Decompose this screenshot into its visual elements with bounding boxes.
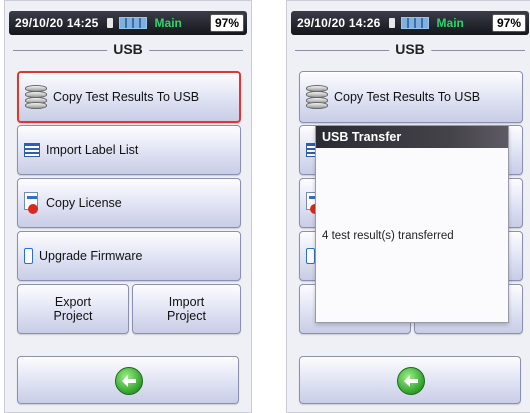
back-button[interactable]	[17, 356, 239, 404]
copy-license-button[interactable]: Copy License	[17, 178, 241, 228]
back-arrow-icon	[115, 367, 143, 395]
battery-level: 97%	[209, 14, 244, 32]
network-icon	[118, 17, 147, 29]
back-arrow-icon	[397, 367, 425, 395]
status-time: 29/10/20 14:25	[15, 16, 99, 30]
battery-level: 97%	[491, 14, 526, 32]
network-icon	[400, 17, 429, 29]
database-icon	[306, 85, 328, 109]
plug-icon	[388, 18, 395, 28]
import-label-list-button[interactable]: Import Label List	[17, 125, 241, 175]
export-project-button[interactable]: Export Project	[17, 284, 129, 334]
copy-test-results-button[interactable]: Copy Test Results To USB	[17, 71, 241, 123]
database-icon	[25, 85, 47, 109]
status-mode: Main	[436, 16, 464, 30]
dialog-message: 4 test result(s) transferred	[322, 230, 454, 242]
list-icon	[24, 143, 40, 157]
plug-icon	[106, 18, 113, 28]
status-mode: Main	[154, 16, 182, 30]
import-label-list-label: Import Label List	[46, 143, 139, 157]
import-project-label: Import Project	[167, 295, 206, 323]
page-title-row: USB	[5, 39, 251, 61]
battery-icon	[306, 248, 315, 264]
page-title: USB	[107, 41, 149, 57]
copy-test-results-label: Copy Test Results To USB	[334, 90, 481, 104]
usb-screen-right: 29/10/20 14:26 Main 97% USB Copy Test Re…	[286, 0, 530, 413]
upgrade-firmware-label: Upgrade Firmware	[39, 249, 143, 263]
back-button[interactable]	[299, 356, 521, 404]
battery-icon	[24, 248, 33, 264]
status-bar: 29/10/20 14:25 Main 97%	[9, 11, 247, 35]
usb-screen-left: 29/10/20 14:25 Main 97% USB Copy Test Re…	[4, 0, 252, 413]
copy-test-results-button[interactable]: Copy Test Results To USB	[299, 71, 523, 123]
status-time: 29/10/20 14:26	[297, 16, 381, 30]
import-project-button[interactable]: Import Project	[132, 284, 241, 334]
usb-transfer-dialog[interactable]: USB Transfer 4 test result(s) transferre…	[315, 125, 509, 323]
copy-test-results-label: Copy Test Results To USB	[53, 90, 200, 104]
upgrade-firmware-button[interactable]: Upgrade Firmware	[17, 231, 241, 281]
status-bar: 29/10/20 14:26 Main 97%	[291, 11, 529, 35]
copy-license-label: Copy License	[46, 196, 122, 210]
page-title: USB	[389, 41, 431, 57]
license-icon	[24, 192, 40, 214]
dialog-title: USB Transfer	[316, 126, 508, 148]
page-title-row: USB	[287, 39, 530, 61]
export-project-label: Export Project	[53, 295, 93, 323]
